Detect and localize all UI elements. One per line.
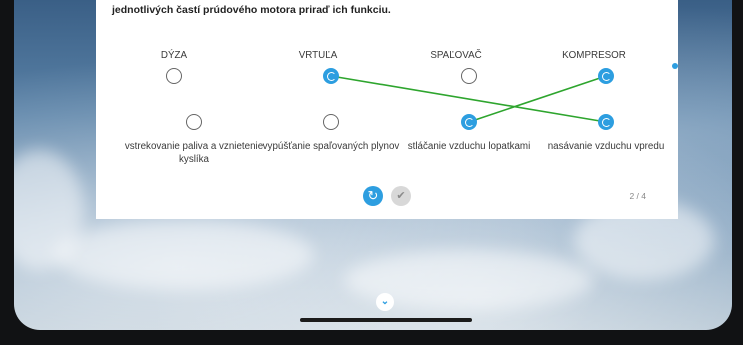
chevron-down-icon: ⌄ (380, 296, 390, 307)
slide-dot[interactable] (672, 87, 678, 93)
node-bottom-stlacanie[interactable] (461, 114, 477, 130)
slide-dot[interactable] (672, 63, 678, 69)
slide-dot[interactable] (672, 75, 678, 81)
node-bottom-vypustanie[interactable] (323, 114, 339, 130)
top-label-vrtula: VRTUĽA (298, 50, 338, 61)
check-button[interactable]: ✔ (391, 186, 411, 206)
bottom-label-vstrekovanie: vstrekovanie paliva a vznietenie kyslíka (124, 141, 264, 165)
bottom-label-stlacanie: stláčanie vzduchu lopatkami (407, 141, 531, 152)
refresh-button[interactable]: ↻ (363, 186, 383, 206)
top-label-dyza: DÝZA (160, 50, 188, 61)
node-top-spalovac[interactable] (461, 68, 477, 84)
node-top-kompresor[interactable] (598, 68, 614, 84)
check-icon: ✔ (396, 190, 406, 202)
bottom-label-vypustanie: vypúšťanie spaľovaných plynov (262, 141, 400, 152)
refresh-icon: ↻ (367, 188, 379, 203)
bottom-label-nasavanie: nasávanie vzduchu vpredu (547, 141, 665, 152)
cloud (54, 220, 314, 290)
top-label-kompresor: KOMPRESOR (562, 50, 626, 61)
connections-layer (330, 75, 607, 123)
node-top-vrtula[interactable] (323, 68, 339, 84)
scroll-down-button[interactable]: ⌄ (376, 293, 394, 311)
slide-dots (672, 63, 678, 99)
node-top-dyza[interactable] (166, 68, 182, 84)
home-indicator (300, 318, 472, 322)
screen: jednotlivých častí prúdového motora prir… (14, 0, 732, 330)
exercise-card: jednotlivých častí prúdového motora prir… (96, 0, 678, 219)
node-bottom-vstrekovanie[interactable] (186, 114, 202, 130)
top-label-spalovac: SPAĽOVAČ (430, 50, 482, 61)
connection-line (468, 75, 607, 123)
node-bottom-nasavanie[interactable] (598, 114, 614, 130)
page-indicator: 2 / 4 (629, 191, 646, 201)
device-frame: jednotlivých častí prúdového motora prir… (0, 0, 743, 345)
